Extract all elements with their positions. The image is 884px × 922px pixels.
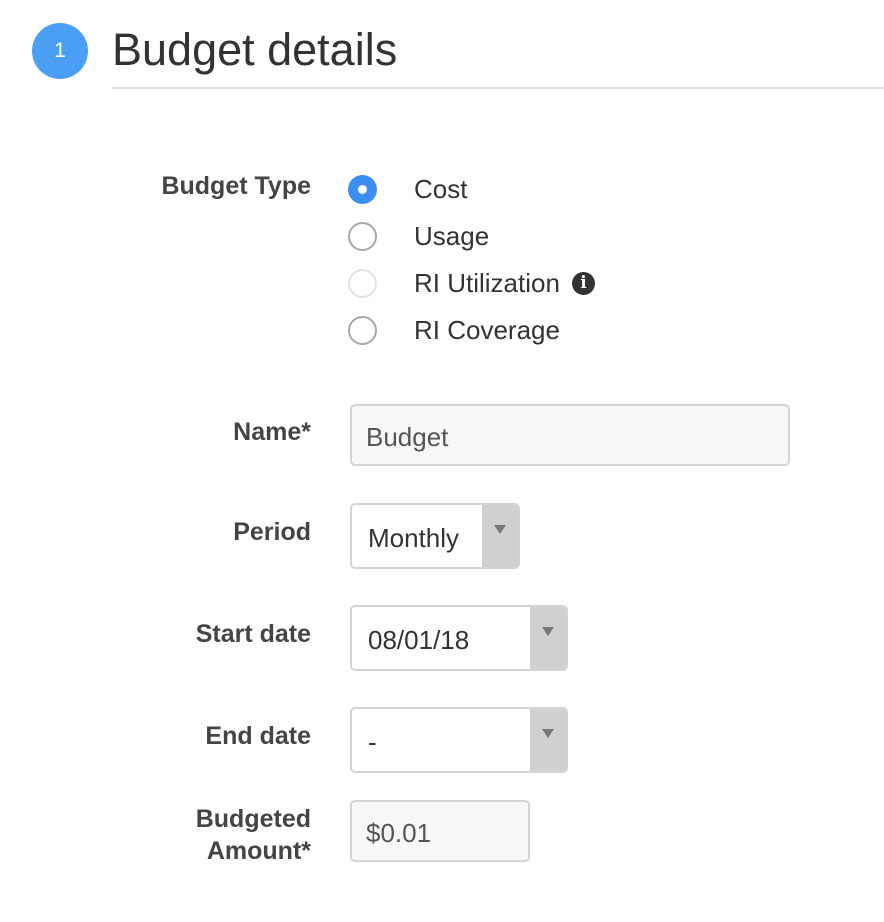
budgeted-amount-label-line1: Budgeted xyxy=(195,805,311,833)
budgeted-amount-input-value: $0.01 xyxy=(366,818,432,848)
radio-button-ri-utilization xyxy=(348,268,377,298)
radio-option-ri-coverage[interactable]: RI Coverage xyxy=(348,314,560,346)
radio-button-cost[interactable] xyxy=(348,174,377,204)
budgeted-amount-label-line2: Amount* xyxy=(206,837,311,865)
start-date-select[interactable]: 08/01/18 xyxy=(350,605,568,671)
end-date-label: End date xyxy=(205,722,311,750)
budget-type-label: Budget Type xyxy=(161,172,311,200)
radio-label-ri-utilization-text: RI Utilization xyxy=(414,268,560,298)
title-divider xyxy=(112,87,884,89)
radio-option-cost[interactable]: Cost xyxy=(348,173,467,205)
info-icon[interactable]: i xyxy=(571,271,595,295)
name-input[interactable]: Budget xyxy=(350,404,790,466)
radio-option-usage[interactable]: Usage xyxy=(348,220,489,252)
budgeted-amount-input[interactable]: $0.01 xyxy=(350,800,530,862)
radio-button-usage[interactable] xyxy=(348,221,377,251)
step-number-badge: 1 xyxy=(32,23,88,79)
radio-label-ri-coverage[interactable]: RI Coverage xyxy=(414,314,560,346)
end-date-select-value: - xyxy=(368,727,377,757)
radio-option-ri-utilization: RI Utilization i xyxy=(348,267,595,299)
end-date-select[interactable]: - xyxy=(350,707,568,773)
chevron-down-icon[interactable] xyxy=(530,709,566,771)
period-label: Period xyxy=(233,518,311,546)
radio-button-ri-coverage[interactable] xyxy=(348,315,377,345)
chevron-down-icon[interactable] xyxy=(482,505,518,567)
period-select-value: Monthly xyxy=(368,523,460,553)
radio-label-ri-utilization: RI Utilization i xyxy=(414,267,595,299)
section-title: Budget details xyxy=(112,24,398,75)
chevron-down-icon[interactable] xyxy=(530,607,566,669)
start-date-select-value: 08/01/18 xyxy=(368,625,470,655)
name-input-value: Budget xyxy=(366,422,449,452)
radio-label-cost[interactable]: Cost xyxy=(414,173,467,205)
name-label: Name* xyxy=(233,418,311,446)
period-select[interactable]: Monthly xyxy=(350,503,520,569)
start-date-label: Start date xyxy=(195,620,311,648)
radio-label-usage[interactable]: Usage xyxy=(414,220,489,252)
budgeted-amount-label: Budgeted Amount* xyxy=(196,803,311,867)
